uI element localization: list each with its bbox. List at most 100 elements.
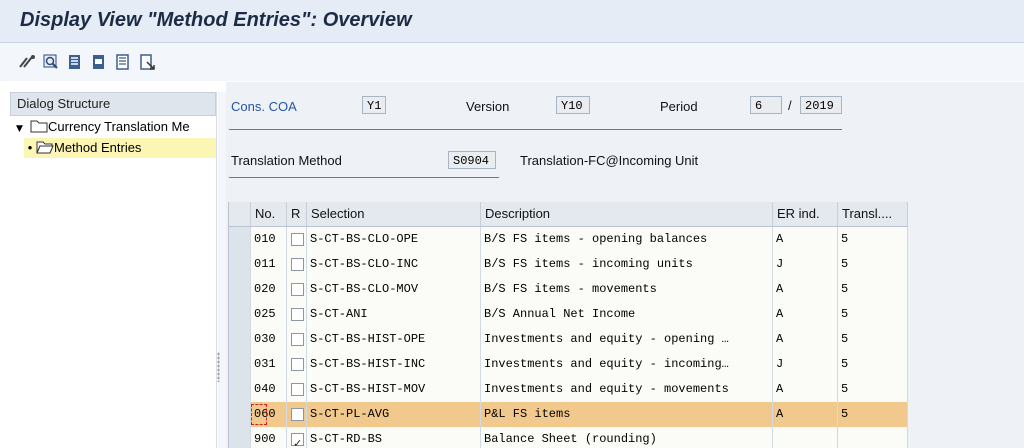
cell-description: B/S Annual Net Income [481,302,773,327]
row-selector[interactable] [229,427,251,448]
column-header-selection[interactable]: Selection [307,202,481,226]
r-checkbox[interactable] [291,333,304,346]
title-bar: Display View "Method Entries": Overview [0,0,1024,43]
method-divider [229,177,499,178]
cell-no: 020 [251,277,287,302]
cell-selection: S-CT-RD-BS [307,427,481,448]
cell-er-ind: J [773,352,838,377]
cell-transl: 5 [838,277,908,302]
select-block-icon[interactable] [90,53,108,71]
cons-coa-field[interactable]: Y1 [362,96,386,114]
cell-transl: 5 [838,252,908,277]
table-row[interactable]: 030 S-CT-BS-HIST-OPE Investments and equit… [229,327,908,353]
cell-no: 030 [251,327,287,352]
pane-splitter[interactable] [218,92,226,448]
cell-r [287,377,307,402]
table-row[interactable]: 011 S-CT-BS-CLO-INC B/S FS items - incomin… [229,252,908,278]
glasses-icon[interactable] [18,53,36,71]
cell-description: B/S FS items - movements [481,277,773,302]
cell-selection: S-CT-BS-HIST-INC [307,352,481,377]
bullet-icon: • [27,140,33,155]
r-checkbox[interactable] [291,233,304,246]
cell-er-ind: A [773,402,838,427]
r-checkbox[interactable] [291,383,304,396]
r-checkbox[interactable] [291,283,304,296]
column-header-r[interactable]: R [287,202,307,226]
version-field[interactable]: Y10 [556,96,590,114]
cell-er-ind [773,427,838,448]
cell-no: 025 [251,302,287,327]
table-row[interactable]: 010 S-CT-BS-CLO-OPE B/S FS items - opening… [229,227,908,253]
tree-item-method-entries[interactable]: • Method Entries [24,138,216,158]
cell-description: B/S FS items - opening balances [481,227,773,252]
export-icon[interactable] [138,53,156,71]
table-row[interactable]: 020 S-CT-BS-CLO-MOV B/S FS items - movemen… [229,277,908,303]
translation-method-description: Translation-FC@Incoming Unit [520,153,699,168]
cell-r [287,352,307,377]
cell-selection: S-CT-BS-CLO-MOV [307,277,481,302]
row-selector[interactable] [229,402,251,427]
table-header: No. R Selection Description ER ind. Tran… [229,202,908,227]
cell-r [287,277,307,302]
cell-no: 040 [251,377,287,402]
cell-selection: S-CT-BS-HIST-MOV [307,377,481,402]
cell-r [287,252,307,277]
cell-selection: S-CT-PL-AVG [307,402,481,427]
r-checkbox[interactable] [291,308,304,321]
row-selector[interactable] [229,327,251,352]
cell-er-ind: A [773,377,838,402]
table-row[interactable]: 040 S-CT-BS-HIST-MOV Investments and equit… [229,377,908,403]
tree-item-currency-translation[interactable]: ▼ Currency Translation Me [16,117,190,137]
table-row[interactable]: 025 S-CT-ANI B/S Annual Net Income A 5 [229,302,908,328]
header-divider [229,129,842,130]
column-header-transl[interactable]: Transl.... [838,202,908,226]
page-title: Display View "Method Entries": Overview [20,9,412,31]
cell-description: Investments and equity - movements [481,377,773,402]
row-selector[interactable] [229,352,251,377]
cell-transl: 5 [838,327,908,352]
r-checkbox[interactable] [291,258,304,271]
row-selector[interactable] [229,302,251,327]
r-checkbox[interactable] [291,358,304,371]
r-checkbox[interactable] [291,408,304,421]
period-field[interactable]: 6 [750,96,782,114]
tree-item-label: Currency Translation Me [48,119,190,134]
column-header-no[interactable]: No. [251,202,287,226]
cell-no: 010 [251,227,287,252]
splitter-grip[interactable] [217,352,220,382]
expand-triangle-icon[interactable]: ▼ [16,119,30,139]
column-header-er-ind[interactable]: ER ind. [773,202,838,226]
cell-er-ind: A [773,327,838,352]
cell-r [287,302,307,327]
version-label: Version [466,99,510,114]
dialog-structure-pane: Dialog Structure ▼ Currency Translation M… [10,92,217,448]
select-all-icon[interactable] [66,53,84,71]
cell-transl: 5 [838,377,908,402]
cell-cursor [251,404,267,425]
row-selector[interactable] [229,377,251,402]
cell-description: Investments and equity - incoming… [481,352,773,377]
cell-selection: S-CT-BS-HIST-OPE [307,327,481,352]
year-field[interactable]: 2019 [800,96,842,114]
method-entries-table: No. R Selection Description ER ind. Tran… [228,202,908,448]
cell-no: 031 [251,352,287,377]
find-icon[interactable] [42,53,60,71]
row-selector[interactable] [229,277,251,302]
application-toolbar [0,43,1024,81]
row-selector-header[interactable] [229,202,251,226]
table-row[interactable]: 900 S-CT-RD-BSBalance Sheet (rounding) [229,427,908,448]
row-selector[interactable] [229,227,251,252]
table-row[interactable]: 031 S-CT-BS-HIST-INC Investments and equit… [229,352,908,378]
deselect-all-icon[interactable] [114,53,132,71]
cell-selection: S-CT-BS-CLO-INC [307,252,481,277]
table-row[interactable]: 060 S-CT-PL-AVG P&L FS items A 5 [229,402,908,428]
r-checkbox[interactable] [291,431,304,448]
cell-description: B/S FS items - incoming units [481,252,773,277]
column-header-description[interactable]: Description [481,202,773,226]
translation-method-label: Translation Method [231,153,342,168]
row-selector[interactable] [229,252,251,277]
translation-method-field[interactable]: S0904 [448,151,496,169]
cell-transl: 5 [838,352,908,377]
open-folder-icon [36,141,54,154]
cell-transl [838,427,908,448]
